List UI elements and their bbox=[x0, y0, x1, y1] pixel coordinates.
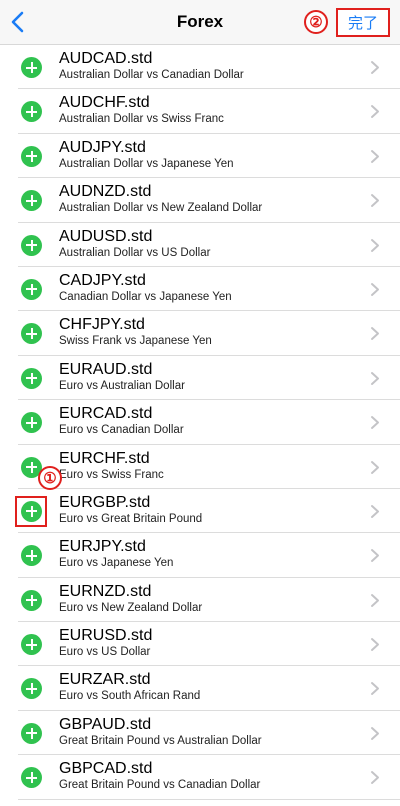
symbol-name: EURZAR.std bbox=[59, 671, 151, 689]
symbol-description: Canadian Dollar vs Japanese Yen bbox=[59, 290, 232, 303]
navigation-bar: Forex ② 完了 bbox=[0, 0, 400, 45]
symbol-description: Euro vs Japanese Yen bbox=[59, 557, 174, 570]
symbol-row[interactable]: EURGBP.std Euro vs Great Britain Pound bbox=[0, 489, 400, 534]
chevron-right-icon[interactable] bbox=[370, 637, 380, 652]
chevron-right-icon[interactable] bbox=[370, 149, 380, 164]
symbol-description: Euro vs South African Rand bbox=[59, 690, 201, 703]
symbol-row[interactable]: EURNZD.std Euro vs New Zealand Dollar bbox=[0, 578, 400, 623]
symbol-description: Euro vs US Dollar bbox=[59, 646, 151, 659]
plus-circle-icon[interactable] bbox=[21, 101, 42, 123]
symbol-row[interactable]: AUDCHF.std Australian Dollar vs Swiss Fra… bbox=[0, 89, 400, 135]
plus-circle-icon[interactable] bbox=[21, 545, 42, 567]
plus-circle-icon[interactable] bbox=[21, 57, 42, 78]
chevron-right-icon[interactable] bbox=[370, 770, 380, 785]
symbol-name: AUDUSD.std bbox=[59, 227, 153, 245]
symbol-name: GBPCAD.std bbox=[59, 760, 153, 778]
symbol-name: CADJPY.std bbox=[59, 271, 146, 289]
chevron-right-icon[interactable] bbox=[370, 415, 380, 430]
symbol-row[interactable]: CADJPY.std Canadian Dollar vs Japanese Ye… bbox=[0, 267, 400, 312]
symbol-row[interactable]: AUDUSD.std Australian Dollar vs US Dollar bbox=[0, 223, 400, 268]
symbol-name: AUDCAD.std bbox=[59, 50, 153, 67]
done-button[interactable]: 完了 bbox=[336, 8, 390, 37]
symbol-description: Euro vs Great Britain Pound bbox=[59, 512, 203, 525]
symbol-name: EURUSD.std bbox=[59, 627, 153, 645]
chevron-right-icon[interactable] bbox=[370, 460, 380, 475]
chevron-right-icon[interactable] bbox=[370, 371, 380, 386]
highlight-box bbox=[15, 495, 47, 527]
plus-circle-icon[interactable] bbox=[21, 767, 42, 789]
plus-circle-icon[interactable] bbox=[21, 634, 42, 656]
chevron-right-icon[interactable] bbox=[370, 681, 380, 696]
chevron-right-icon[interactable] bbox=[370, 726, 380, 741]
chevron-right-icon[interactable] bbox=[370, 504, 380, 519]
symbol-list: AUDCAD.std Australian Dollar vs Canadian … bbox=[0, 45, 400, 801]
symbol-description: Australian Dollar vs Japanese Yen bbox=[59, 157, 234, 170]
chevron-right-icon[interactable] bbox=[370, 282, 380, 297]
chevron-right-icon[interactable] bbox=[370, 326, 380, 341]
symbol-description: Swiss Frank vs Japanese Yen bbox=[59, 335, 212, 348]
symbol-name: EURJPY.std bbox=[59, 538, 146, 556]
chevron-right-icon[interactable] bbox=[370, 193, 380, 208]
symbol-description: Euro vs Australian Dollar bbox=[59, 379, 185, 392]
plus-circle-icon[interactable] bbox=[21, 412, 42, 434]
symbol-name: CHFJPY.std bbox=[59, 316, 145, 334]
symbol-name: EURCHF.std bbox=[59, 449, 150, 467]
symbol-description: Australian Dollar vs US Dollar bbox=[59, 246, 211, 259]
chevron-right-icon[interactable] bbox=[370, 238, 380, 253]
plus-circle-icon[interactable] bbox=[21, 234, 42, 256]
plus-circle-icon[interactable] bbox=[21, 678, 42, 700]
symbol-row[interactable]: CHFJPY.std Swiss Frank vs Japanese Yen bbox=[0, 311, 400, 357]
symbol-name: AUDNZD.std bbox=[59, 183, 152, 201]
chevron-right-icon[interactable] bbox=[370, 593, 380, 608]
symbol-description: Australian Dollar vs New Zealand Dollar bbox=[59, 202, 263, 215]
symbol-row[interactable]: EURZAR.std Euro vs South African Rand bbox=[0, 666, 400, 712]
symbol-row[interactable]: GBPAUD.std Great Britain Pound vs Austral… bbox=[0, 711, 400, 756]
chevron-right-icon[interactable] bbox=[370, 548, 380, 563]
symbol-name: AUDJPY.std bbox=[59, 138, 146, 156]
plus-circle-icon[interactable] bbox=[21, 722, 42, 744]
symbol-row[interactable]: AUDCAD.std Australian Dollar vs Canadian … bbox=[0, 45, 400, 90]
plus-circle-icon[interactable] bbox=[21, 190, 42, 212]
symbol-description: Euro vs Swiss Franc bbox=[59, 468, 164, 481]
symbol-name: EURCAD.std bbox=[59, 405, 153, 423]
chevron-right-icon[interactable] bbox=[370, 60, 380, 75]
symbol-description: Euro vs Canadian Dollar bbox=[59, 424, 184, 437]
symbol-row[interactable]: EURUSD.std Euro vs US Dollar bbox=[0, 622, 400, 667]
symbol-name: EURAUD.std bbox=[59, 360, 153, 378]
symbol-row[interactable]: EURCAD.std Euro vs Canadian Dollar bbox=[0, 400, 400, 445]
symbol-name: EURGBP.std bbox=[59, 493, 151, 511]
symbol-description: Euro vs New Zealand Dollar bbox=[59, 601, 203, 614]
step-2-marker: ② bbox=[304, 10, 328, 34]
symbol-description: Great Britain Pound vs Australian Dollar bbox=[59, 734, 262, 747]
step-1-marker: ① bbox=[38, 466, 62, 490]
plus-circle-icon[interactable] bbox=[21, 278, 42, 300]
plus-circle-icon[interactable] bbox=[21, 589, 42, 611]
symbol-row[interactable]: EURJPY.std Euro vs Japanese Yen bbox=[0, 533, 400, 579]
plus-circle-icon[interactable] bbox=[21, 323, 42, 345]
symbol-name: GBPAUD.std bbox=[59, 715, 152, 733]
symbol-row[interactable]: EURAUD.std Euro vs Australian Dollar bbox=[0, 356, 400, 401]
symbol-name: AUDCHF.std bbox=[59, 94, 150, 112]
symbol-description: Australian Dollar vs Swiss Franc bbox=[59, 113, 224, 126]
chevron-right-icon[interactable] bbox=[370, 104, 380, 119]
symbol-name: EURNZD.std bbox=[59, 582, 152, 600]
plus-circle-icon[interactable] bbox=[21, 145, 42, 167]
symbol-description: Great Britain Pound vs Canadian Dollar bbox=[59, 779, 261, 792]
symbol-row[interactable]: AUDJPY.std Australian Dollar vs Japanese … bbox=[0, 134, 400, 179]
symbol-description: Australian Dollar vs Canadian Dollar bbox=[59, 69, 244, 81]
symbol-row[interactable]: AUDNZD.std Australian Dollar vs New Zeala… bbox=[0, 178, 400, 223]
plus-circle-icon[interactable] bbox=[21, 367, 42, 389]
symbol-row[interactable]: GBPCAD.std Great Britain Pound vs Canadia… bbox=[0, 755, 400, 801]
